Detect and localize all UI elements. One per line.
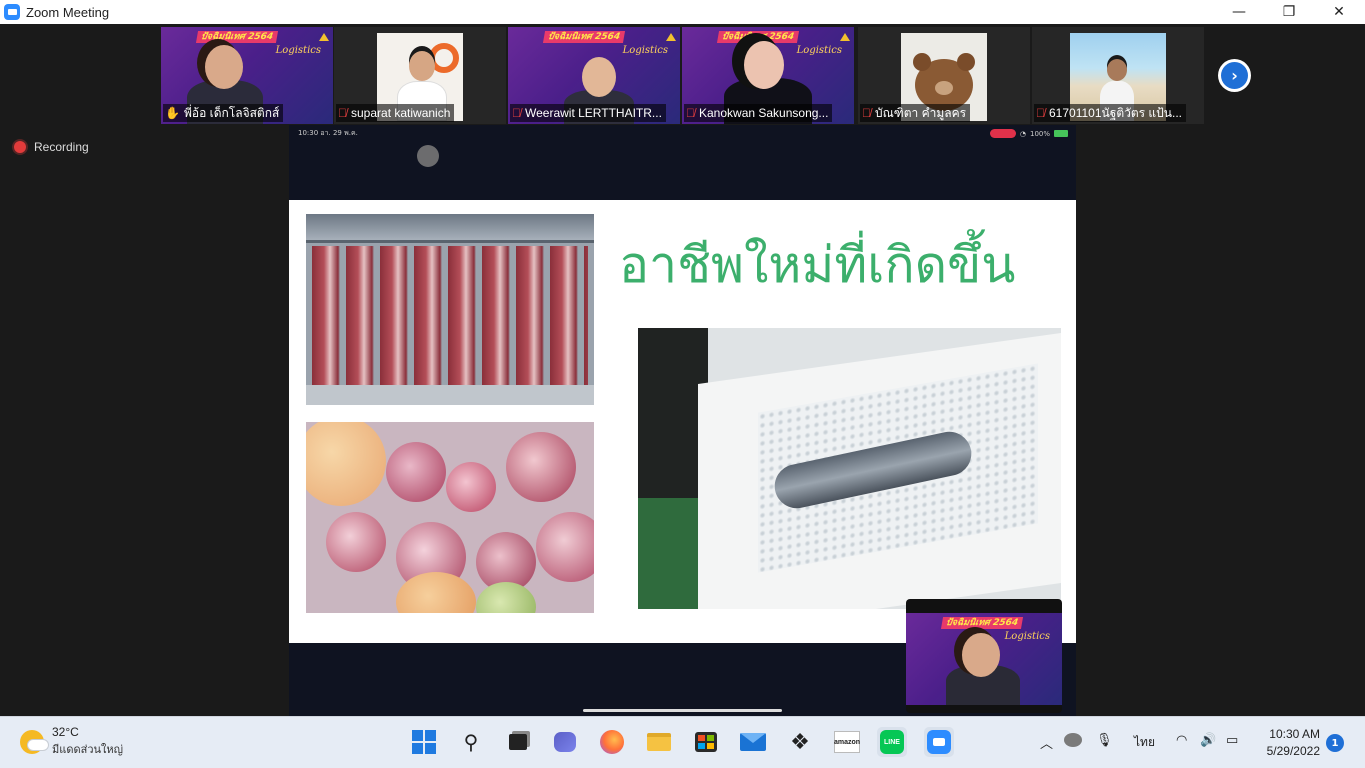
- weather-description: มีแดดส่วนใหญ่: [52, 743, 124, 756]
- presentation-slide: อาชีพใหม่ที่เกิดขึ้น: [289, 200, 1076, 643]
- restore-button[interactable]: ❐: [1266, 0, 1312, 24]
- dropbox-icon[interactable]: ❖: [785, 727, 815, 757]
- presenter-video-inset: ปัจฉิมนิเทศ 2564 Logistics: [906, 599, 1062, 713]
- line-app-icon[interactable]: LINE: [877, 727, 907, 757]
- participant-face: [1107, 59, 1127, 81]
- search-icon[interactable]: ⚲: [456, 727, 486, 757]
- fish-on-ice-image: [638, 328, 1061, 609]
- raised-hand-icon: ✋: [165, 106, 180, 120]
- partly-sunny-icon: [20, 729, 48, 754]
- touch-indicator: [417, 145, 439, 167]
- recording-indicator[interactable]: Recording: [14, 140, 89, 154]
- participant-name: 🎙̸ suparat katiwanich: [336, 104, 455, 122]
- battery-percent: 100%: [1029, 129, 1050, 138]
- participant-name-text: suparat katiwanich: [351, 106, 451, 120]
- participant-tile[interactable]: ปัจฉิมนิเทศ 2564 Logistics 🎙̸ Weerawit L…: [508, 27, 680, 124]
- next-page-button[interactable]: ›: [1218, 59, 1251, 92]
- system-clock[interactable]: 10:30 AM 5/29/2022: [1256, 726, 1320, 760]
- participant-name: 🎙̸ บัณฑิตา คำมูลคร: [860, 104, 971, 122]
- shared-screen: 10:30 อา. 29 พ.ค. ◔ 100% อาชีพใหม่ที่เกิ…: [289, 125, 1076, 716]
- triangle-decoration-icon: [319, 33, 329, 41]
- participant-tile[interactable]: ปัจฉิมนิเทศ 2564 Logistics ✋ พี่อ้อ เด็ก…: [161, 27, 333, 124]
- chat-icon[interactable]: [550, 727, 580, 757]
- banner-title: ปัจฉิมนิเทศ 2564: [195, 31, 279, 43]
- participant-tile[interactable]: 🎙̸ suparat katiwanich: [334, 27, 506, 124]
- banner-subtitle: Logistics: [622, 45, 668, 56]
- participant-name-text: Weerawit LERTTHAITR...: [525, 106, 662, 120]
- banner-title: ปัจฉิมนิเทศ 2564: [542, 31, 626, 43]
- onedrive-error-icon[interactable]: [1064, 733, 1082, 747]
- participant-tile[interactable]: 🎙̸ บัณฑิตา คำมูลคร: [858, 27, 1030, 124]
- participant-name-text: บัณฑิตา คำมูลคร: [875, 106, 967, 120]
- microphone-icon[interactable]: 🎙: [1096, 733, 1113, 748]
- frozen-berries-image: [306, 422, 594, 613]
- battery-icon: [1054, 130, 1068, 137]
- tablet-time-date: 10:30 อา. 29 พ.ค.: [298, 128, 358, 137]
- screen-recording-icon: [989, 129, 1016, 138]
- title-bar: Zoom Meeting — ❐ ✕: [0, 0, 1365, 24]
- banner-title: ปัจฉิมนิเทศ 2564: [940, 617, 1024, 629]
- hanging-meat-image: [306, 214, 594, 405]
- chevron-right-icon: ›: [1221, 62, 1248, 89]
- tablet-home-indicator: [583, 709, 782, 712]
- participant-name: ✋ พี่อ้อ เด็กโลจิสติกส์: [163, 104, 284, 122]
- muted-mic-icon: 🎙̸: [338, 106, 347, 120]
- banner-subtitle: Logistics: [796, 45, 842, 56]
- muted-mic-icon: 🎙̸: [686, 106, 695, 120]
- triangle-decoration-icon: [840, 33, 850, 41]
- participant-name: 🎙̸ Weerawit LERTTHAITR...: [510, 104, 666, 122]
- volume-icon[interactable]: 🔊: [1200, 733, 1216, 748]
- amazon-icon[interactable]: amazon: [832, 727, 862, 757]
- recording-dot-icon: [14, 141, 26, 153]
- participant-tile[interactable]: ปัจฉิมนิเทศ 2564 Logistics 🎙̸ Kanokwan S…: [682, 27, 854, 124]
- participant-face: [582, 57, 616, 97]
- tablet-status-bar: 10:30 อา. 29 พ.ค. ◔ 100%: [289, 125, 1076, 141]
- clock-date: 5/29/2022: [1266, 744, 1320, 758]
- file-explorer-icon[interactable]: [644, 727, 674, 757]
- teddy-ear-left: [913, 53, 931, 71]
- wifi-icon: ◔: [1019, 129, 1026, 138]
- window-title: Zoom Meeting: [26, 4, 110, 20]
- microsoft-store-icon[interactable]: [691, 727, 721, 757]
- start-button[interactable]: [409, 727, 439, 757]
- input-language[interactable]: ไทย: [1134, 733, 1155, 752]
- muted-mic-icon: 🎙̸: [1036, 106, 1045, 120]
- participant-face: [744, 41, 784, 89]
- zoom-app-icon[interactable]: [924, 727, 954, 757]
- windows-taskbar: 32°C มีแดดส่วนใหญ่ ⚲ ❖ amazon LINE ︿ 🎙 ไ…: [0, 716, 1365, 768]
- participant-name-text: พี่อ้อ เด็กโลจิสติกส์: [183, 106, 280, 120]
- participant-tile[interactable]: 🎙̸ 61701101นัฐติวัตร แป้น...: [1032, 27, 1204, 124]
- triangle-decoration-icon: [666, 33, 676, 41]
- clock-time: 10:30 AM: [1269, 727, 1320, 741]
- teddy-muzzle: [935, 81, 953, 95]
- zoom-logo-icon: [4, 4, 20, 20]
- banner-subtitle: Logistics: [1004, 631, 1050, 642]
- show-hidden-icons-chevron-icon[interactable]: ︿: [1040, 733, 1053, 752]
- participant-face: [205, 45, 243, 89]
- firefox-icon[interactable]: [597, 727, 627, 757]
- weather-widget[interactable]: 32°C มีแดดส่วนใหญ่: [20, 725, 123, 758]
- close-button[interactable]: ✕: [1316, 0, 1362, 24]
- muted-mic-icon: 🎙̸: [862, 106, 871, 120]
- task-view-icon[interactable]: [503, 727, 533, 757]
- participant-name-text: 61701101นัฐติวัตร แป้น...: [1049, 106, 1182, 120]
- participant-name: 🎙̸ Kanokwan Sakunsong...: [684, 104, 833, 122]
- muted-mic-icon: 🎙̸: [512, 106, 521, 120]
- mail-icon[interactable]: [738, 727, 768, 757]
- slide-title: อาชีพใหม่ที่เกิดขึ้น: [619, 236, 1016, 294]
- battery-icon[interactable]: ▭: [1226, 733, 1238, 748]
- wifi-icon[interactable]: ◠: [1176, 733, 1187, 748]
- recording-label: Recording: [34, 140, 89, 154]
- weather-temperature: 32°C: [52, 725, 79, 739]
- participant-name-text: Kanokwan Sakunsong...: [699, 106, 829, 120]
- meeting-area: ปัจฉิมนิเทศ 2564 Logistics ✋ พี่อ้อ เด็ก…: [0, 24, 1365, 716]
- banner-subtitle: Logistics: [275, 45, 321, 56]
- zoom-window: Zoom Meeting — ❐ ✕ ปัจฉิมนิเทศ 2564 Logi…: [0, 0, 1365, 768]
- presenter-face: [962, 633, 1000, 677]
- participant-face: [409, 51, 435, 81]
- minimize-button[interactable]: —: [1216, 0, 1262, 24]
- participant-name: 🎙̸ 61701101นัฐติวัตร แป้น...: [1034, 104, 1186, 122]
- teddy-ear-right: [957, 53, 975, 71]
- notification-badge[interactable]: 1: [1326, 734, 1344, 752]
